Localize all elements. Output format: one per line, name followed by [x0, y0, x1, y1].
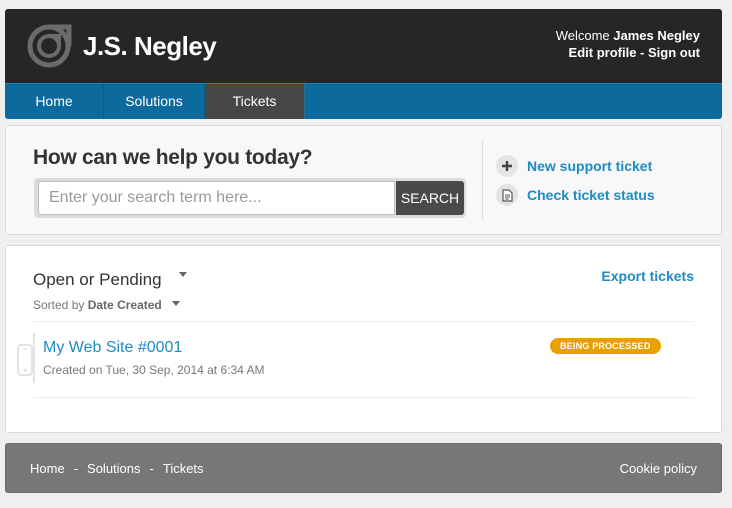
check-status-label: Check ticket status — [527, 187, 655, 203]
new-support-ticket-link[interactable]: New support ticket — [496, 155, 652, 177]
tickets-panel: Open or Pending Sorted by Date Created E… — [5, 245, 722, 433]
footer-link-home[interactable]: Home — [30, 461, 65, 476]
ticket-created-date: Created on Tue, 30 Sep, 2014 at 6:34 AM — [43, 363, 265, 377]
help-search-panel: How can we help you today? SEARCH New su… — [5, 125, 722, 235]
caret-down-icon — [172, 301, 181, 307]
link-separator: - — [636, 45, 648, 60]
footer-separator: - — [149, 461, 154, 476]
panel-divider — [482, 140, 483, 220]
divider — [33, 321, 694, 322]
plus-icon — [496, 155, 518, 177]
sort-control[interactable]: Sorted by Date Created — [33, 298, 181, 312]
user-name: James Negley — [613, 28, 700, 43]
new-ticket-label: New support ticket — [527, 158, 653, 174]
nav-item-home[interactable]: Home — [5, 84, 104, 119]
caret-down-icon[interactable] — [179, 272, 187, 277]
footer-separator: - — [73, 461, 79, 476]
help-heading: How can we help you today? — [33, 146, 313, 169]
nav-item-tickets[interactable]: Tickets — [205, 84, 305, 119]
search-button[interactable]: SEARCH — [396, 181, 464, 215]
brand-logo-icon[interactable] — [25, 24, 73, 68]
status-badge: BEING PROCESSED — [550, 338, 661, 354]
cookie-policy-link[interactable]: Cookie policy — [620, 461, 697, 476]
search-input[interactable] — [38, 181, 395, 215]
footer-link-solutions[interactable]: Solutions — [87, 461, 140, 476]
sorted-by-value: Date Created — [87, 298, 162, 312]
user-welcome: Welcome James Negley Edit profile - Sign… — [556, 27, 700, 61]
footer-link-tickets[interactable]: Tickets — [163, 461, 204, 476]
search-bar: SEARCH — [34, 178, 466, 218]
sorted-prefix: Sorted by — [33, 298, 85, 312]
edit-profile-link[interactable]: Edit profile — [569, 45, 637, 60]
document-icon — [496, 184, 518, 206]
site-header: J.S. Negley Welcome James Negley Edit pr… — [5, 9, 722, 83]
welcome-prefix: Welcome — [555, 28, 610, 43]
divider — [33, 397, 694, 398]
site-footer: Home - Solutions - Tickets Cookie policy — [5, 443, 722, 493]
check-ticket-status-link[interactable]: Check ticket status — [496, 184, 655, 206]
ticket-row-marker — [33, 333, 35, 383]
main-nav: Home Solutions Tickets — [5, 83, 722, 119]
export-tickets-link[interactable]: Export tickets — [601, 268, 694, 284]
ticket-filter-dropdown[interactable]: Open or Pending — [33, 270, 162, 290]
nav-item-solutions[interactable]: Solutions — [104, 84, 205, 119]
sign-out-link[interactable]: Sign out — [648, 45, 700, 60]
ticket-title-link[interactable]: My Web Site #0001 — [43, 339, 182, 357]
brand-name[interactable]: J.S. Negley — [83, 31, 217, 62]
footer-nav: Home - Solutions - Tickets — [30, 461, 204, 476]
phone-icon — [17, 344, 33, 376]
